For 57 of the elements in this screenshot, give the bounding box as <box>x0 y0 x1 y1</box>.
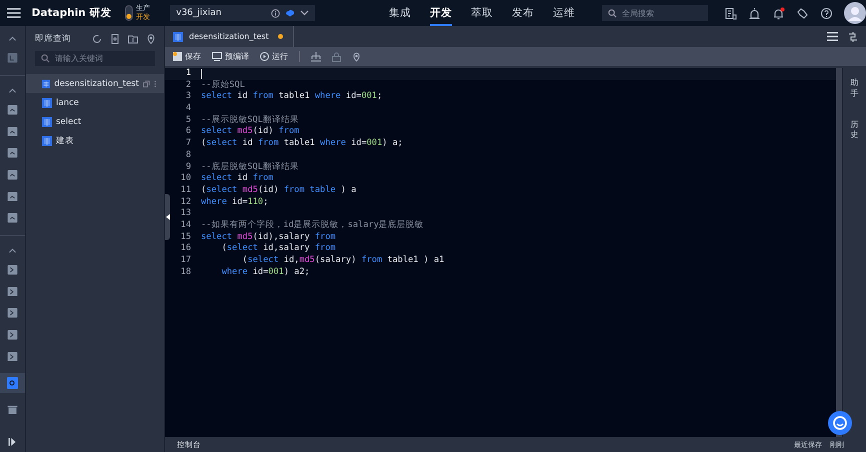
global-search-field[interactable]: 全局搜索 <box>602 5 708 21</box>
code-line: --底层脱敏SQL翻译结果 <box>201 162 299 173</box>
side-tab[interactable]: 助手 <box>850 78 858 100</box>
code-line: (select id from table1 where id=001) a; <box>201 138 403 150</box>
nav-tab[interactable]: 发布 <box>512 0 534 26</box>
code-line: where id=001) a2; <box>220 266 310 278</box>
code-line: where id=110; <box>201 196 268 208</box>
nav-tab[interactable]: 萃取 <box>470 0 493 26</box>
line-number: 14 <box>180 220 192 232</box>
code-line: (select id,salary from <box>220 243 336 255</box>
code-line: --原始SQL <box>201 80 245 91</box>
line-number: 4 <box>184 103 192 115</box>
line-number: 5 <box>184 114 192 126</box>
panel-title: 即席查询 <box>35 33 72 45</box>
line-number: 2 <box>184 80 192 92</box>
code-line: select md5(id),salary from <box>201 232 336 243</box>
line-number: 18 <box>180 266 192 278</box>
code-line: --展示脱敏SQL翻译结果 <box>201 114 299 126</box>
file-name: select <box>56 116 82 126</box>
code-line: --如果有两个字段，id是展示脱敏，salary是底层脱敏 <box>201 220 424 232</box>
search-field[interactable]: 请输入关键词 <box>35 51 155 66</box>
line-number: 11 <box>180 184 192 197</box>
line-number: 15 <box>180 232 192 244</box>
file-name: lance <box>56 98 80 108</box>
file-item[interactable]: lance <box>26 93 164 112</box>
save-button[interactable]: 保存 <box>173 51 201 62</box>
editor-tab[interactable]: desensitization_test <box>165 26 294 47</box>
precompile-button[interactable]: 预编译 <box>212 51 249 62</box>
project-select[interactable]: v36_jixian <box>170 5 315 21</box>
nav-tab[interactable]: 运维 <box>552 0 575 26</box>
file-name: desensitization_test <box>54 78 139 88</box>
line-number: 13 <box>180 208 192 220</box>
search-input[interactable]: 全局搜索 <box>622 8 702 18</box>
line-number: 12 <box>180 196 192 208</box>
line-number: 6 <box>184 126 192 138</box>
line-number: 16 <box>180 243 192 256</box>
file-item[interactable]: desensitization_test <box>26 74 164 93</box>
line-number: 10 <box>180 173 192 185</box>
file-item[interactable]: 建表 <box>26 131 164 150</box>
code-line: select md5(id) from <box>201 126 300 138</box>
line-number: 1 <box>184 68 192 80</box>
side-tab[interactable]: 历史 <box>850 120 858 142</box>
file-name: 建表 <box>56 134 75 146</box>
file-item[interactable]: select <box>26 112 164 131</box>
search-input[interactable]: 请输入关键词 <box>55 54 135 63</box>
line-number: 3 <box>184 91 192 104</box>
code-line: (select md5(id) from table ) a <box>201 184 356 197</box>
code-line: (select id,md5(salary) from table1 ) a1 <box>241 255 444 267</box>
line-number: 7 <box>184 138 192 150</box>
run-button[interactable]: 运行 <box>260 51 288 62</box>
line-number: 17 <box>180 255 192 267</box>
line-number: 8 <box>184 150 192 162</box>
nav-tab[interactable]: 集成 <box>388 0 411 26</box>
code-line: select id from <box>201 173 274 185</box>
brand-title: Dataphin 研发 <box>32 6 112 20</box>
line-number: 9 <box>184 162 192 174</box>
code-line: select id from table1 where id=001; <box>201 91 382 104</box>
